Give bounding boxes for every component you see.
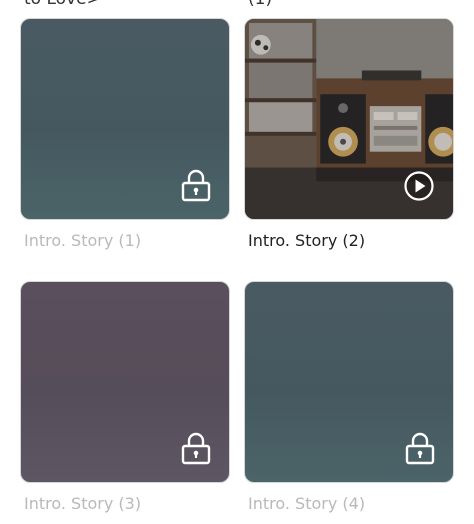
- story-title-1: Intro. Story (1): [24, 231, 142, 250]
- story-card-2[interactable]: [244, 18, 454, 220]
- lock-icon: [181, 432, 211, 465]
- story-title-2: Intro. Story (2): [248, 231, 366, 250]
- story-card-3[interactable]: [20, 281, 230, 483]
- story-card-1[interactable]: [20, 18, 230, 220]
- story-title-3: Intro. Story (3): [24, 494, 142, 513]
- story-title-4: Intro. Story (4): [248, 494, 366, 513]
- lock-icon: [405, 432, 435, 465]
- prev-row-title-right: (1): [248, 0, 272, 10]
- play-icon: [404, 171, 434, 201]
- lock-icon: [181, 169, 211, 202]
- prev-row-title-left: to Love>: [24, 0, 101, 10]
- story-card-4[interactable]: [244, 281, 454, 483]
